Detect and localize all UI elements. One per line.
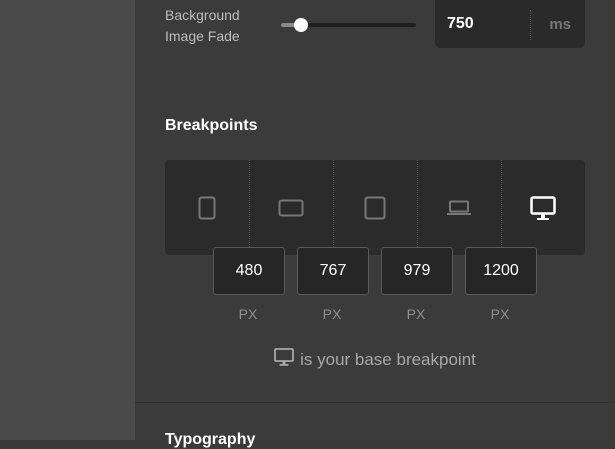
desktop-icon bbox=[530, 196, 556, 227]
left-gutter bbox=[0, 0, 135, 440]
breakpoint-input-laptop[interactable]: 1200 bbox=[465, 247, 537, 295]
phone-portrait-icon bbox=[198, 196, 216, 225]
breakpoint-unit: PX bbox=[406, 306, 426, 322]
base-breakpoint-note: is your base breakpoint bbox=[0, 348, 615, 372]
breakpoint-unit: PX bbox=[238, 306, 258, 322]
laptop-icon bbox=[446, 200, 472, 221]
breakpoint-device-selector bbox=[165, 160, 585, 255]
desktop-icon bbox=[274, 348, 295, 372]
background-fade-unit: ms bbox=[549, 16, 571, 33]
breakpoints-title: Breakpoints bbox=[165, 117, 258, 134]
device-phone-portrait-button[interactable] bbox=[165, 160, 249, 255]
device-laptop-button[interactable] bbox=[417, 160, 501, 255]
tablet-icon bbox=[364, 196, 386, 225]
breakpoint-input-phone-landscape[interactable]: 767 bbox=[297, 247, 369, 295]
input-divider bbox=[530, 10, 531, 40]
device-desktop-button[interactable] bbox=[501, 160, 585, 255]
device-phone-landscape-button[interactable] bbox=[249, 160, 333, 255]
phone-landscape-icon bbox=[278, 199, 304, 222]
breakpoint-input-tablet[interactable]: 979 bbox=[381, 247, 453, 295]
background-fade-label: Background Image Fade bbox=[165, 7, 240, 44]
breakpoint-unit: PX bbox=[322, 306, 342, 322]
typography-title: Typography bbox=[165, 431, 256, 448]
background-fade-input[interactable]: 750 ms bbox=[435, 0, 585, 48]
base-breakpoint-text: is your base breakpoint bbox=[300, 350, 476, 369]
breakpoint-unit: PX bbox=[490, 306, 510, 322]
section-divider bbox=[135, 402, 615, 403]
background-fade-value[interactable]: 750 bbox=[447, 15, 474, 33]
device-tablet-button[interactable] bbox=[333, 160, 417, 255]
breakpoint-input-phone[interactable]: 480 bbox=[213, 247, 285, 295]
